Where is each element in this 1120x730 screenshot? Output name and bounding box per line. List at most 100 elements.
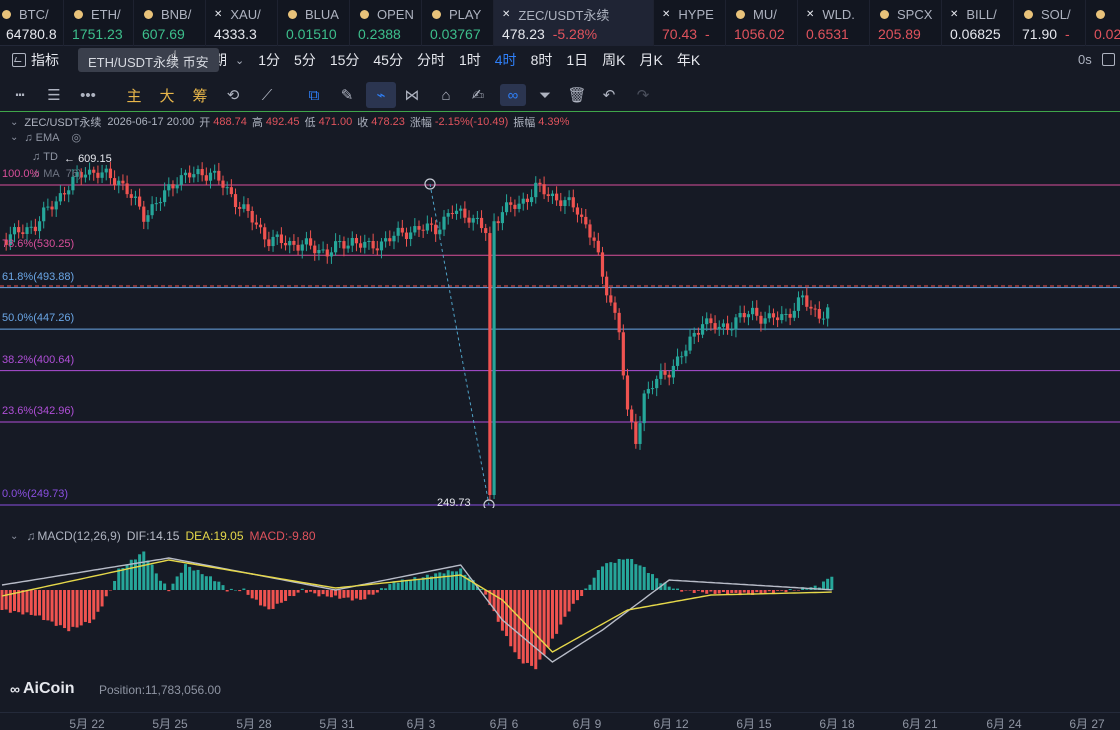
candle-body — [288, 240, 292, 246]
candle-body — [242, 204, 246, 209]
interval-11[interactable]: 年K — [677, 50, 700, 70]
interval-6[interactable]: 4时 — [495, 50, 517, 70]
macd-bar — [571, 590, 575, 604]
menu-icon[interactable]: ☰ — [43, 84, 65, 106]
chip-button[interactable]: 筹 — [189, 84, 211, 106]
interval-4[interactable]: 分时 — [417, 50, 445, 70]
macd-bar — [104, 590, 108, 597]
macd-bar — [92, 590, 96, 620]
ticker-item[interactable]: ETH/1751.23 — [64, 0, 134, 46]
high-label: 高 — [251, 117, 263, 129]
ma-indicator[interactable]: ♫ MA 76) — [32, 168, 82, 180]
ticker-item[interactable]: SPCX 205.89 — [870, 0, 942, 46]
ticker-item[interactable]: PLAY 0.03767 — [422, 0, 494, 46]
indicator-icon[interactable] — [12, 53, 26, 67]
interval-0[interactable]: 1分 — [258, 50, 280, 70]
collapse-icon[interactable]: ⌄ — [10, 117, 18, 128]
candle-body — [659, 370, 663, 379]
eye-icon[interactable]: ◎ — [71, 131, 81, 144]
ticker-item[interactable]: SOL/71.90 - — [1014, 0, 1086, 46]
interval-8[interactable]: 1日 — [566, 50, 588, 70]
coin-icon — [288, 9, 297, 19]
close-value: 478.23 — [371, 116, 405, 128]
magnet-icon[interactable]: ⌁ — [366, 82, 396, 108]
interval-1[interactable]: 5分 — [294, 50, 316, 70]
candle-body — [208, 172, 213, 181]
ticker-name-row: MU/ — [726, 5, 797, 23]
macd-bar — [425, 574, 429, 590]
candle-body — [475, 217, 479, 219]
interval-9[interactable]: 周K — [602, 50, 625, 70]
ticker-item[interactable]: BNB/607.69 — [134, 0, 206, 46]
macd-bar — [67, 590, 71, 632]
main-chart-button[interactable]: 主 — [123, 84, 145, 106]
more-icon[interactable]: ••• — [77, 84, 99, 106]
ticker-item[interactable]: BTC/64780.8 — [0, 0, 64, 46]
ticker-item[interactable]: BLUA 0.01510 — [278, 0, 350, 46]
candle-body — [584, 216, 588, 225]
line-tool-icon[interactable]: ⟋ — [256, 84, 278, 106]
filter-icon[interactable]: ⏷ — [534, 84, 556, 106]
refresh-icon[interactable]: ⟲ — [222, 84, 244, 106]
interval-5[interactable]: 1时 — [459, 50, 481, 70]
ticker-item[interactable]: 0.02 — [1086, 0, 1120, 46]
macd-bar — [517, 590, 521, 660]
ruler-icon[interactable]: ✎ — [336, 84, 358, 106]
candle-body — [142, 206, 146, 222]
macd-bar — [567, 590, 571, 612]
undo-icon[interactable]: ↶ — [598, 84, 620, 106]
layout-icon[interactable] — [1102, 53, 1115, 66]
big-button[interactable]: 大 — [156, 84, 178, 106]
ticker-item[interactable]: ✕ ZEC/USDT永续 478.23 -5.28% — [494, 0, 654, 46]
interval-7[interactable]: 8时 — [531, 50, 553, 70]
interval-10[interactable]: 月K — [640, 50, 663, 70]
pattern-icon[interactable]: ⋈ — [401, 84, 423, 106]
ticker-item[interactable]: ✕ XAU/4333.3 — [206, 0, 278, 46]
candle-body — [817, 308, 821, 319]
trash-icon[interactable]: 🗑 — [566, 84, 588, 106]
indicator-button[interactable]: 指标 — [31, 50, 59, 70]
ticker-item[interactable]: ✕ WLD. 0.6531 — [798, 0, 870, 46]
ticker-name-row: SPCX — [870, 5, 941, 23]
ticker-change: - — [704, 26, 710, 42]
td-indicator[interactable]: ♫ TD — [32, 151, 58, 163]
ticker-price: 0.6531 — [806, 26, 849, 42]
ticker-name-row: ETH/ — [64, 5, 133, 23]
ticker-price: 607.69 — [142, 26, 185, 42]
candle-body — [742, 312, 746, 318]
ticker-item[interactable]: ✕ HYPE 70.43 - — [654, 0, 726, 46]
macd-bar — [550, 590, 554, 639]
interval-lines-icon[interactable]: ┅ — [9, 84, 31, 106]
x-axis-label: 5月 28 — [236, 717, 272, 730]
x-axis-label: 6月 18 — [819, 717, 855, 730]
ticker-item[interactable]: ✕ BILL/0.06825 — [942, 0, 1014, 46]
lock-icon[interactable]: ⌂ — [435, 84, 457, 106]
candle-body — [563, 200, 567, 207]
candle-body — [171, 184, 175, 189]
candle-body — [338, 241, 342, 243]
link-icon[interactable]: ∞ — [500, 84, 526, 106]
macd-bar — [721, 590, 725, 592]
ema-indicator[interactable]: ⌄ ♫ EMA ◎ — [10, 131, 81, 145]
candle-body — [496, 221, 500, 224]
note-icon[interactable]: ✍ — [467, 84, 489, 106]
ticker-item[interactable]: MU/1056.02 — [726, 0, 798, 46]
ticker-item[interactable]: OPEN 0.2388 — [350, 0, 422, 46]
macd-bar — [767, 590, 771, 592]
candle-body — [550, 193, 555, 196]
ticker-price: 0.2388 — [358, 26, 401, 42]
candlestick-chart[interactable] — [0, 112, 1120, 508]
redo-icon[interactable]: ↷ — [632, 84, 654, 106]
candle-body — [233, 194, 238, 208]
change-label: 涨幅 — [409, 117, 432, 129]
macd-bar — [692, 590, 696, 593]
candle-body — [87, 169, 92, 175]
macd-bar — [229, 588, 233, 590]
interval-3[interactable]: 45分 — [373, 50, 403, 70]
candle-body — [429, 223, 434, 225]
interval-2[interactable]: 15分 — [330, 50, 360, 70]
candle-body — [21, 232, 25, 234]
candle-body — [788, 313, 792, 318]
crop-icon[interactable]: ⧉ — [303, 84, 325, 106]
ticker-name: PLAY — [449, 6, 482, 22]
